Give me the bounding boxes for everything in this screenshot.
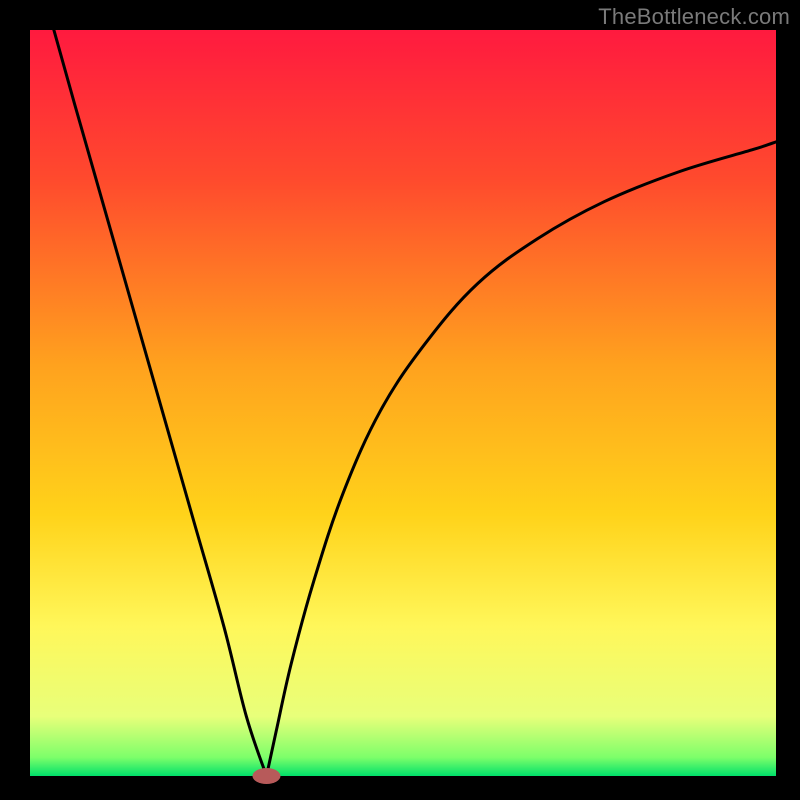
min-point-marker <box>252 768 280 784</box>
plot-background <box>30 30 776 776</box>
watermark-text: TheBottleneck.com <box>598 4 790 30</box>
bottleneck-chart <box>0 0 800 800</box>
chart-frame: TheBottleneck.com <box>0 0 800 800</box>
